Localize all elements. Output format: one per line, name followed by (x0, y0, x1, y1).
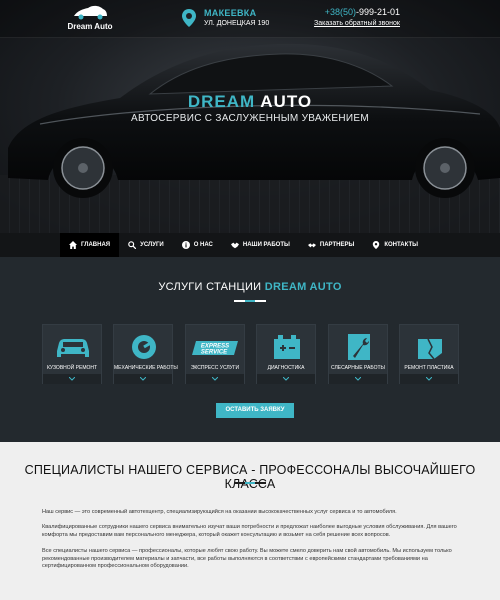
service-card-label: Механические работы (114, 365, 178, 371)
about-paragraph-1: Наш сервис — это современный автотехцент… (42, 509, 397, 515)
logo-car-icon (74, 5, 107, 20)
location-pin-icon (182, 9, 196, 27)
hero-title-accent: DREAM (187, 92, 256, 111)
about-paragraph-3: Все специалисты нашего сервиса — професс… (42, 548, 452, 570)
express-icon-line2: SERVICE (201, 350, 228, 356)
hero-title-main: AUTO (260, 92, 313, 111)
service-card-label: Ремонт пластика (404, 365, 454, 371)
chevron-down-icon (426, 377, 432, 381)
contact-block: +38(50)-999-21-01 Заказать обратный звон… (314, 7, 400, 27)
title-divider (234, 300, 266, 302)
about-paragraph-2: Квалифицированные сотрудники нашего серв… (42, 524, 457, 538)
nav-item-label: Контакты (384, 242, 418, 248)
nav-item-label: Партнеры (319, 242, 355, 248)
service-card-locksmith[interactable]: Слесарные работы (328, 324, 388, 384)
card-toggle[interactable] (186, 374, 244, 384)
chevron-down-icon (283, 377, 289, 381)
services-section: УСЛУГИ СТАНЦИИ DREAM AUTO Кузовной ремон… (0, 257, 500, 442)
services-title-main: УСЛУГИ СТАНЦИИ (158, 281, 262, 293)
nav-item-services[interactable]: Услуги (119, 233, 173, 257)
service-card-body-repair[interactable]: Кузовной ремонт (42, 324, 102, 384)
location-icon (373, 241, 380, 249)
service-card-mechanical[interactable]: Механические работы (113, 324, 178, 384)
handshake-icon (230, 242, 239, 249)
chevron-down-icon (140, 377, 146, 381)
logo-text: Dream Auto (67, 22, 113, 31)
nav-item-home[interactable]: Главная (60, 233, 120, 257)
services-cards: Кузовной ремонт Механические работы EXPR… (42, 324, 460, 384)
service-card-plastic-repair[interactable]: Ремонт пластика (399, 324, 459, 384)
city-label: МАКЕЕВКА (204, 8, 257, 18)
battery-icon (274, 335, 300, 359)
service-card-label: Экспресс услуги (190, 365, 240, 371)
express-service-icon: EXPRESS SERVICE (192, 341, 238, 356)
nav-item-label: Наши работы (242, 242, 290, 248)
nav-item-partners[interactable]: Партнеры (299, 233, 363, 257)
nav-item-label: О нас (193, 242, 213, 248)
phone-number[interactable]: +38(50)-999-21-01 (314, 7, 400, 17)
services-title-accent: DREAM AUTO (264, 281, 342, 293)
nav-item-label: Услуги (140, 242, 164, 248)
street-label: УЛ. ДОНЕЦКАЯ 190 (204, 20, 270, 27)
card-toggle[interactable] (329, 374, 387, 384)
hero-subtitle: АВТОСЕРВИС С ЗАСЛУЖЕННЫМ УВАЖЕНИЕМ (130, 113, 369, 124)
chevron-down-icon (355, 377, 361, 381)
logo[interactable]: Dream Auto (60, 4, 120, 34)
location-block: МАКЕЕВКА УЛ. ДОНЕЦКАЯ 190 (182, 7, 312, 31)
nav-item-works[interactable]: Наши работы (222, 233, 299, 257)
wrench-icon (348, 334, 370, 360)
services-title: УСЛУГИ СТАНЦИИ DREAM AUTO (0, 281, 500, 293)
card-toggle[interactable] (400, 374, 458, 384)
home-icon (69, 241, 77, 249)
card-toggle[interactable] (43, 374, 101, 384)
nav-item-contacts[interactable]: Контакты (363, 233, 427, 257)
gear-icon (132, 335, 156, 359)
phone-prefix: +38(50) (324, 7, 356, 17)
partners-icon (307, 243, 316, 248)
service-card-label: Кузовной ремонт (46, 365, 98, 371)
request-button[interactable]: Оставить заявку (216, 403, 294, 418)
service-card-label: Диагностика (267, 365, 305, 371)
hero-title: DREAM AUTO (0, 92, 500, 112)
top-bar: Dream Auto МАКЕЕВКА УЛ. ДОНЕЦКАЯ 190 +38… (0, 0, 500, 38)
chevron-down-icon (69, 377, 75, 381)
about-title: СПЕЦИАЛИСТЫ НАШЕГО СЕРВИСА - ПРОФЕССОНАЛ… (24, 463, 476, 491)
chevron-down-icon (212, 377, 218, 381)
service-card-diagnostics[interactable]: Диагностика (256, 324, 316, 384)
phone-digits: -999-21-01 (355, 7, 400, 17)
nav-item-about[interactable]: О нас (173, 233, 222, 257)
info-icon (181, 241, 190, 249)
service-card-label: Слесарные работы (331, 365, 385, 371)
card-toggle[interactable] (114, 374, 172, 384)
nav-item-label: Главная (81, 242, 111, 248)
hero-section: Dream Auto МАКЕЕВКА УЛ. ДОНЕЦКАЯ 190 +38… (0, 0, 500, 233)
search-icon (128, 241, 137, 249)
callback-link[interactable]: Заказать обратный звонок (314, 20, 400, 27)
about-divider (234, 482, 266, 484)
card-toggle[interactable] (257, 374, 315, 384)
plastic-panel-icon (418, 338, 442, 360)
service-card-express[interactable]: EXPRESS SERVICE Экспресс услуги (185, 324, 245, 384)
about-section: СПЕЦИАЛИСТЫ НАШЕГО СЕРВИСА - ПРОФЕССОНАЛ… (0, 442, 500, 600)
main-nav: Главная Услуги О нас Наши работы Партнер… (0, 233, 500, 257)
car-body-icon (57, 339, 89, 357)
